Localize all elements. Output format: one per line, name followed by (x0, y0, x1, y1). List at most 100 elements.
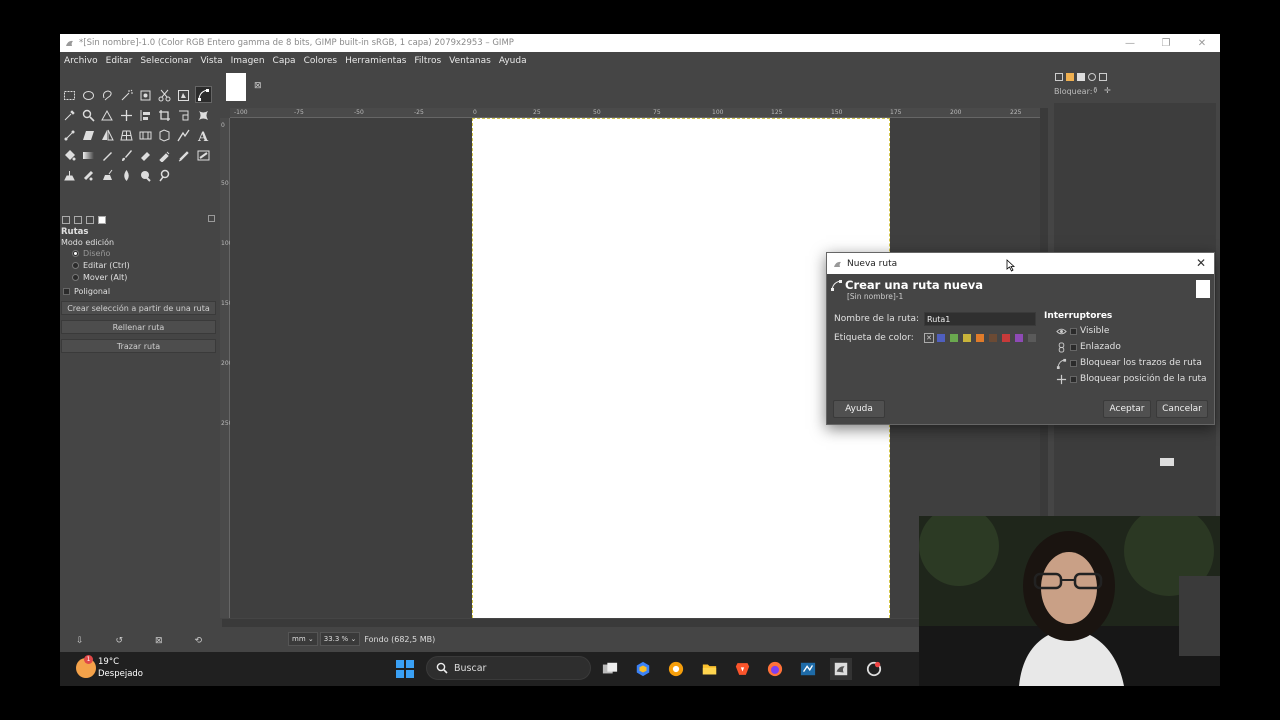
mode-edit-radio[interactable] (72, 262, 79, 269)
tab-layers[interactable] (1055, 73, 1063, 81)
close-image-icon[interactable]: ⊠ (254, 81, 262, 91)
color-picker-icon[interactable] (61, 107, 78, 124)
menu-archivo[interactable]: Archivo (60, 56, 102, 66)
linked-checkbox[interactable] (1070, 343, 1077, 351)
tab-history[interactable] (1088, 73, 1096, 81)
tab-paths[interactable] (1077, 73, 1085, 81)
crop-icon[interactable] (156, 107, 173, 124)
tab-brushes[interactable] (1099, 73, 1107, 81)
save-options-icon[interactable]: ⇩ (76, 636, 84, 646)
menu-filtros[interactable]: Filtros (410, 56, 445, 66)
switch-lock-position[interactable]: Bloquear posición de la ruta (1055, 372, 1207, 386)
brave-browser-icon[interactable] (731, 658, 753, 680)
delete-options-icon[interactable]: ⊠ (155, 636, 163, 646)
shear-icon[interactable] (80, 127, 97, 144)
pencil-icon[interactable] (99, 147, 116, 164)
color-tag-blue[interactable] (937, 334, 945, 342)
menu-ayuda[interactable]: Ayuda (495, 56, 531, 66)
zoom-selector[interactable]: 33.3 % ⌄ (319, 632, 361, 646)
dialog-close-icon[interactable]: ✕ (1196, 256, 1206, 270)
gradient-icon[interactable] (80, 147, 97, 164)
eraser-icon[interactable] (137, 147, 154, 164)
app-hexagon-icon[interactable] (632, 658, 654, 680)
taskbar-search[interactable]: Buscar (426, 656, 591, 680)
switch-linked[interactable]: Enlazado (1055, 340, 1121, 354)
unit-selector[interactable]: mm ⌄ (288, 632, 318, 646)
handle-transform-icon[interactable] (61, 127, 78, 144)
file-explorer-icon[interactable] (698, 658, 720, 680)
lock-position-checkbox[interactable] (1070, 375, 1077, 383)
menu-seleccionar[interactable]: Seleccionar (136, 56, 196, 66)
switch-visible[interactable]: Visible (1055, 324, 1109, 338)
unified-transform-icon[interactable] (175, 107, 192, 124)
scale-icon[interactable] (175, 127, 192, 144)
foreground-select-icon[interactable] (175, 87, 192, 104)
menu-vista[interactable]: Vista (196, 56, 226, 66)
menu-imagen[interactable]: Imagen (227, 56, 269, 66)
paintbrush-icon[interactable] (118, 147, 135, 164)
airbrush-icon[interactable] (156, 147, 173, 164)
lock-paint-icon[interactable]: ⚱ (1092, 86, 1099, 95)
color-tag-red[interactable] (1002, 334, 1010, 342)
color-tag-brown[interactable] (989, 334, 997, 342)
smudge-icon[interactable] (137, 167, 154, 184)
weather-temperature[interactable]: 19°C (98, 657, 119, 667)
bucket-fill-icon[interactable] (61, 147, 78, 164)
cancel-button[interactable]: Cancelar (1156, 400, 1208, 418)
switch-lock-strokes[interactable]: Bloquear los trazos de ruta (1055, 356, 1202, 370)
warp-transform-icon[interactable] (195, 107, 212, 124)
ellipse-select-icon[interactable] (80, 87, 97, 104)
perspective-clone-icon[interactable] (99, 167, 116, 184)
flip-icon[interactable] (99, 127, 116, 144)
path-name-input[interactable] (924, 312, 1036, 326)
menu-colores[interactable]: Colores (300, 56, 342, 66)
mode-move-radio[interactable] (72, 274, 79, 281)
menu-capa[interactable]: Capa (269, 56, 300, 66)
ink-icon[interactable] (175, 147, 192, 164)
3d-transform-icon[interactable] (156, 127, 173, 144)
menu-herramientas[interactable]: Herramientas (341, 56, 410, 66)
tab-images[interactable] (98, 216, 106, 224)
color-tag-gray[interactable] (1028, 334, 1036, 342)
windows-start-icon[interactable] (396, 660, 414, 678)
app-blue-icon[interactable] (797, 658, 819, 680)
blur-icon[interactable] (118, 167, 135, 184)
cage-transform-icon[interactable] (137, 127, 154, 144)
color-tag-orange[interactable] (976, 334, 984, 342)
image-thumbnail[interactable] (226, 73, 246, 101)
dodge-burn-icon[interactable] (156, 167, 173, 184)
accept-button[interactable]: Aceptar (1103, 400, 1151, 418)
zoom-icon[interactable] (80, 107, 97, 124)
help-button[interactable]: Ayuda (833, 400, 885, 418)
color-select-icon[interactable] (137, 87, 154, 104)
paths-tool-icon[interactable] (195, 86, 212, 103)
fuzzy-select-icon[interactable] (118, 87, 135, 104)
fill-path-button[interactable]: Rellenar ruta (61, 320, 216, 334)
color-tag-yellow[interactable] (963, 334, 971, 342)
dock-menu-icon[interactable] (208, 215, 215, 222)
rect-select-icon[interactable] (61, 87, 78, 104)
reset-options-icon[interactable]: ⟲ (194, 636, 202, 646)
tab-undo-history[interactable] (86, 216, 94, 224)
selection-from-path-button[interactable]: Crear selección a partir de una ruta (61, 301, 216, 315)
lock-position-icon[interactable]: ✛ (1104, 86, 1111, 95)
horizontal-ruler[interactable]: -100 -75 -50 -25 0 25 50 75 100 125 150 … (230, 108, 1048, 118)
menu-ventanas[interactable]: Ventanas (445, 56, 495, 66)
app-orange-icon[interactable] (665, 658, 687, 680)
clone-icon[interactable] (61, 167, 78, 184)
tab-tool-options[interactable] (62, 216, 70, 224)
perspective-icon[interactable] (118, 127, 135, 144)
align-icon[interactable] (137, 107, 154, 124)
firefox-icon[interactable] (764, 658, 786, 680)
lock-strokes-checkbox[interactable] (1070, 359, 1077, 367)
minimize-icon[interactable]: — (1112, 34, 1148, 52)
color-tag-violet[interactable] (1015, 334, 1023, 342)
restore-options-icon[interactable]: ↺ (115, 636, 123, 646)
scissors-icon[interactable] (156, 87, 173, 104)
weather-description[interactable]: Despejado (98, 669, 143, 679)
app-red-icon[interactable] (863, 658, 885, 680)
close-window-icon[interactable]: ✕ (1184, 34, 1220, 52)
horizontal-scrollbar[interactable] (222, 619, 922, 627)
move-icon[interactable] (118, 107, 135, 124)
layer-thumbnail[interactable] (1160, 458, 1174, 466)
